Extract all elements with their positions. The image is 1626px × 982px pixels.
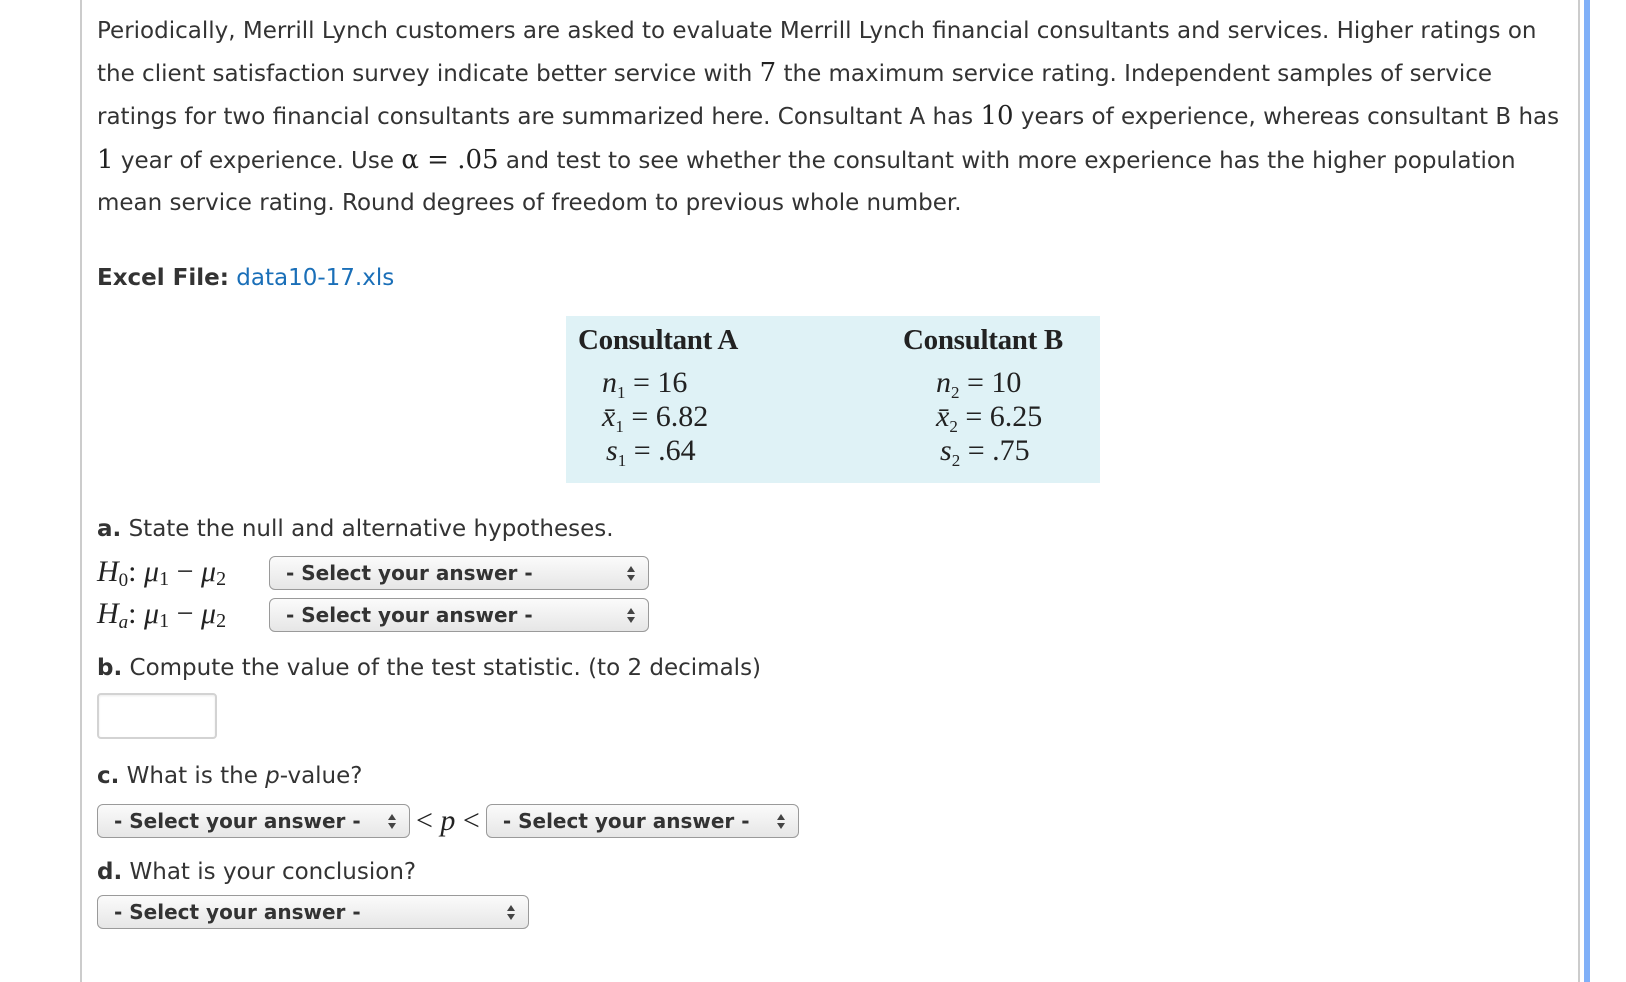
- value: 6.25: [989, 400, 1043, 433]
- table-row-s1: s1 = .64: [606, 434, 696, 470]
- symbol: s: [940, 434, 952, 467]
- left-border: [80, 0, 82, 982]
- prompt-text: State the null and alternative hypothese…: [121, 516, 614, 542]
- select-arrows-icon: [626, 605, 636, 625]
- h: H: [97, 596, 119, 630]
- part-letter: d.: [97, 859, 123, 885]
- subscript: 2: [951, 451, 961, 470]
- h-subscript: 0: [118, 569, 129, 591]
- mu2-index: 2: [216, 567, 227, 590]
- symbol: n: [936, 366, 951, 399]
- select-arrows-icon: [626, 563, 636, 583]
- h: H: [97, 554, 119, 588]
- select-arrows-icon: [387, 811, 397, 831]
- null-hypothesis-label: H0: μ1 − μ2: [97, 555, 263, 592]
- part-a-prompt: a. State the null and alternative hypoth…: [97, 516, 614, 542]
- part-letter: a.: [97, 516, 122, 542]
- part-letter: b.: [97, 655, 123, 681]
- p-value-lower-select[interactable]: - Select your answer -: [97, 804, 410, 838]
- mu2: μ: [201, 596, 217, 630]
- p-value-range-row: - Select your answer - < p < - Select yo…: [97, 804, 799, 838]
- select-arrows-icon: [776, 811, 786, 831]
- symbol: x̄: [602, 400, 616, 433]
- symbol: x̄: [936, 400, 950, 433]
- select-value: - Select your answer -: [286, 561, 533, 585]
- consultant-a-header: Consultant A: [578, 324, 738, 356]
- math-value: 7: [759, 58, 777, 89]
- less-than: <: [455, 804, 480, 837]
- p-inequality: < p <: [410, 804, 486, 838]
- mu2: μ: [201, 554, 217, 588]
- value: .75: [992, 434, 1030, 467]
- excel-file-link[interactable]: data10-17.xls: [236, 265, 394, 291]
- test-statistic-input[interactable]: [97, 693, 217, 739]
- less-than: <: [416, 804, 441, 837]
- value: .64: [658, 434, 696, 467]
- math-value: α = .05: [401, 144, 499, 175]
- minus: −: [169, 554, 201, 588]
- mu1-index: 1: [159, 567, 170, 590]
- mu2-index: 2: [216, 609, 227, 632]
- alternative-hypothesis-row: Ha: μ1 − μ2 - Select your answer -: [97, 597, 649, 634]
- select-value: - Select your answer -: [114, 809, 361, 833]
- problem-text: years of experience, whereas consultant …: [1013, 104, 1560, 131]
- table-row-s2: s2 = .75: [940, 434, 1030, 470]
- summary-table: Consultant A Consultant B n1 = 16 x̄1 = …: [566, 316, 1100, 483]
- p-italic: p: [265, 763, 280, 789]
- p-value-upper-select[interactable]: - Select your answer -: [485, 804, 799, 838]
- math-value: 10: [980, 101, 1014, 132]
- select-arrows-icon: [506, 902, 516, 922]
- subscript: 1: [617, 451, 627, 470]
- part-d-prompt: d. What is your conclusion?: [97, 859, 416, 885]
- alternative-hypothesis-select[interactable]: - Select your answer -: [269, 598, 649, 632]
- part-c-prompt: c. What is the p-value?: [97, 763, 363, 789]
- conclusion-select[interactable]: - Select your answer -: [97, 895, 529, 929]
- symbol: s: [606, 434, 618, 467]
- value: 6.82: [655, 400, 709, 433]
- select-value: - Select your answer -: [502, 809, 750, 833]
- null-hypothesis-select[interactable]: - Select your answer -: [269, 556, 649, 590]
- scrollbar-accent[interactable]: [1584, 0, 1590, 982]
- value: 16: [657, 366, 688, 399]
- colon: :: [128, 596, 145, 630]
- prompt-text: Compute the value of the test statistic.…: [122, 655, 762, 681]
- part-letter: c.: [97, 763, 120, 789]
- null-hypothesis-row: H0: μ1 − μ2 - Select your answer -: [97, 555, 649, 592]
- symbol: n: [602, 366, 617, 399]
- mu1-index: 1: [159, 609, 170, 632]
- prompt-text: What is the: [119, 763, 266, 789]
- value: 10: [991, 366, 1022, 399]
- excel-file-line: Excel File: data10-17.xls: [97, 265, 394, 291]
- prompt-text: What is your conclusion?: [122, 859, 417, 885]
- consultant-b-header: Consultant B: [903, 324, 1063, 356]
- prompt-text-end: -value?: [279, 763, 363, 789]
- mu1: μ: [144, 596, 160, 630]
- select-value: - Select your answer -: [286, 603, 533, 627]
- right-border: [1578, 0, 1580, 982]
- select-value: - Select your answer -: [114, 900, 361, 924]
- math-value: 1: [97, 144, 114, 175]
- minus: −: [169, 596, 201, 630]
- mu1: μ: [144, 554, 160, 588]
- h-subscript: a: [118, 611, 129, 633]
- colon: :: [128, 554, 145, 588]
- part-b-prompt: b. Compute the value of the test statist…: [97, 655, 761, 681]
- p-symbol: p: [440, 804, 456, 837]
- problem-statement: Periodically, Merrill Lynch customers ar…: [97, 10, 1577, 224]
- alternative-hypothesis-label: Ha: μ1 − μ2: [97, 597, 263, 634]
- problem-text: year of experience. Use: [113, 147, 402, 174]
- excel-file-label: Excel File:: [97, 265, 229, 291]
